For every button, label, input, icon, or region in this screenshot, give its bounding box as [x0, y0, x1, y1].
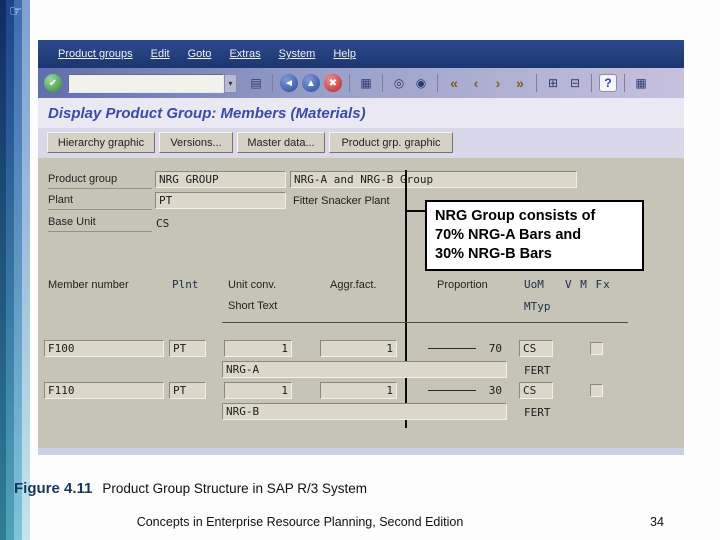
new-session-icon[interactable]: ⊞ [544, 74, 562, 92]
figure-title: Product Group Structure in SAP R/3 Syste… [102, 481, 367, 496]
menu-edit[interactable]: Edit [151, 48, 170, 60]
menu-bar: Product groups Edit Goto Extras System H… [38, 40, 684, 68]
first-page-icon[interactable]: « [445, 74, 463, 92]
print-icon[interactable]: ▦ [357, 74, 375, 92]
find-next-icon[interactable]: ◉ [412, 74, 430, 92]
menu-system[interactable]: System [279, 48, 316, 60]
standard-toolbar: ✔ ▾ ▤ ◄ ▲ ✖ ▦ ◎ ◉ «‹ ›» ⊞ ⊟? ▦ [38, 68, 684, 98]
uom-field[interactable]: CS [519, 382, 553, 399]
proportion-value: 30 [488, 384, 502, 397]
plnt-header: Plnt [172, 278, 199, 291]
product-group-field[interactable]: NRG GROUP [155, 171, 286, 188]
aggr-fact-field[interactable]: 1 [320, 340, 397, 357]
plant-description: Fitter Snacker Plant [293, 195, 390, 207]
aggr-fact-field[interactable]: 1 [320, 382, 397, 399]
toolbar-separator [536, 74, 537, 92]
plnt-field[interactable]: PT [169, 382, 206, 399]
member-number-field[interactable]: F110 [44, 382, 164, 399]
find-icon[interactable]: ◎ [390, 74, 408, 92]
fix-checkbox[interactable] [590, 342, 603, 355]
hierarchy-graphic-button[interactable]: Hierarchy graphic [47, 132, 155, 153]
short-text-field[interactable]: NRG-B [222, 403, 507, 420]
status-bar [38, 448, 684, 455]
unit-conv-header: Unit conv. [228, 279, 277, 291]
back-icon[interactable]: ◄ [280, 74, 298, 92]
callout-connector-line [407, 210, 425, 212]
command-field-wrap: ▾ [68, 73, 237, 93]
create-shortcut-icon[interactable]: ⊟ [566, 74, 584, 92]
mtyp-value: FERT [524, 406, 551, 419]
unit-conv-field[interactable]: 1 [224, 340, 292, 357]
proportion-leader-line [428, 390, 476, 391]
versions-button[interactable]: Versions... [159, 132, 233, 153]
gradient-stripe [14, 0, 22, 540]
previous-page-icon[interactable]: ‹ [467, 74, 485, 92]
vmfx-header: V M Fx [565, 278, 611, 291]
product-group-desc-field[interactable]: NRG-A and NRG-B Group [290, 171, 577, 188]
menu-product-groups[interactable]: Product groups [58, 48, 133, 60]
menu-help[interactable]: Help [333, 48, 356, 60]
left-gradient-bar [0, 0, 30, 540]
product-group-label: Product group [48, 173, 152, 189]
proportion-value: 70 [488, 342, 502, 355]
base-unit-value: CS [156, 217, 170, 230]
screen-title: Display Product Group: Members (Material… [48, 105, 366, 122]
callout-annotation: NRG Group consists of 70% NRG-A Bars and… [425, 200, 644, 271]
short-text-field[interactable]: NRG-A [222, 361, 507, 378]
toolbar-icon-strip: ▤ ◄ ▲ ✖ ▦ ◎ ◉ «‹ ›» ⊞ ⊟? ▦ [247, 74, 650, 92]
footer-text: Concepts in Enterprise Resource Planning… [136, 515, 464, 529]
enter-button[interactable]: ✔ [44, 74, 62, 92]
proportion-header: Proportion [437, 279, 488, 291]
unit-conv-field[interactable]: 1 [224, 382, 292, 399]
toolbar-separator [272, 74, 273, 92]
command-field-history-button[interactable]: ▾ [224, 73, 237, 93]
mtyp-value: FERT [524, 364, 551, 377]
application-toolbar: Hierarchy graphic Versions... Master dat… [38, 128, 684, 158]
page-number: 34 [650, 515, 664, 529]
last-page-icon[interactable]: » [511, 74, 529, 92]
member-number-header: Member number [48, 279, 129, 291]
plnt-field[interactable]: PT [169, 340, 206, 357]
gradient-stripe [6, 0, 14, 540]
uom-header: UoM [524, 278, 544, 291]
sap-window: Product groups Edit Goto Extras System H… [38, 40, 684, 455]
header-underline [222, 322, 628, 323]
short-text-header: Short Text [228, 300, 278, 312]
gradient-stripe [22, 0, 30, 540]
plant-label: Plant [48, 194, 152, 210]
callout-vertical-line [405, 170, 407, 428]
fix-checkbox[interactable] [590, 384, 603, 397]
save-icon[interactable]: ▤ [247, 74, 265, 92]
figure-label: Figure 4.11 [14, 480, 93, 497]
command-field[interactable] [68, 73, 224, 93]
menu-goto[interactable]: Goto [188, 48, 212, 60]
cancel-icon[interactable]: ✖ [324, 74, 342, 92]
master-data-button[interactable]: Master data... [237, 132, 325, 153]
toolbar-separator [591, 74, 592, 92]
layout-menu-icon[interactable]: ▦ [632, 74, 650, 92]
uom-field[interactable]: CS [519, 340, 553, 357]
base-unit-label: Base Unit [48, 216, 152, 232]
toolbar-separator [624, 74, 625, 92]
pointer-icon: ☞ [9, 3, 23, 20]
next-page-icon[interactable]: › [489, 74, 507, 92]
screen-title-bar: Display Product Group: Members (Material… [38, 98, 684, 128]
mtyp-header: MTyp [524, 300, 551, 313]
exit-icon[interactable]: ▲ [302, 74, 320, 92]
toolbar-separator [349, 74, 350, 92]
member-number-field[interactable]: F100 [44, 340, 164, 357]
aggr-fact-header: Aggr.fact. [330, 279, 377, 291]
form-area: Product group NRG GROUP NRG-A and NRG-B … [38, 158, 684, 448]
figure-caption: Figure 4.11 Product Group Structure in S… [14, 480, 367, 497]
toolbar-separator [437, 74, 438, 92]
menu-extras[interactable]: Extras [229, 48, 260, 60]
product-grp-graphic-button[interactable]: Product grp. graphic [329, 132, 453, 153]
proportion-leader-line [428, 348, 476, 349]
toolbar-separator [382, 74, 383, 92]
slide: ☞ Product groups Edit Goto Extras System… [0, 0, 720, 540]
plant-field[interactable]: PT [155, 192, 286, 209]
help-icon[interactable]: ? [599, 74, 617, 92]
